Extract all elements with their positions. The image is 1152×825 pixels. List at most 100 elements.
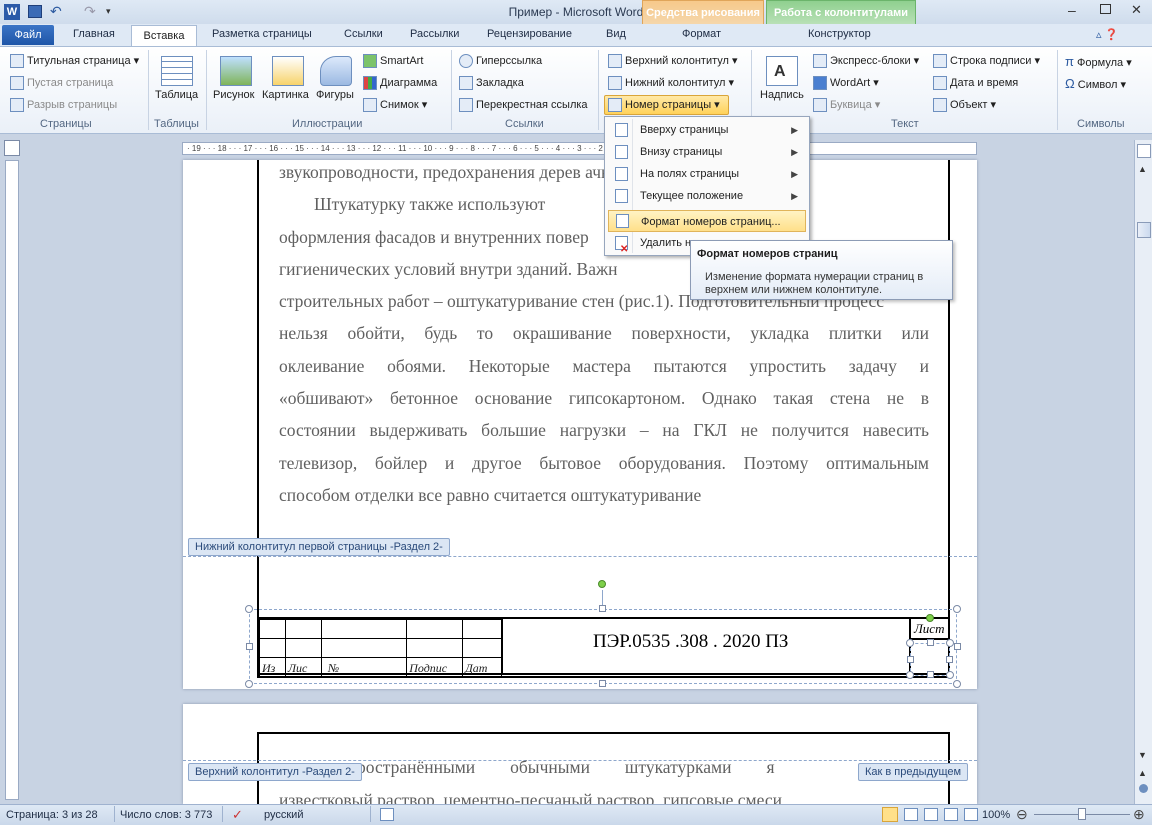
tab-format[interactable]: Формат <box>682 28 721 40</box>
text-line[interactable]: известковый раствор, цементно-песчаный р… <box>279 790 929 804</box>
tab-home[interactable]: Главная <box>73 28 115 40</box>
wordart-button[interactable]: WordArt ▾ <box>813 76 879 91</box>
textbox-icon[interactable]: A <box>766 56 798 86</box>
print-layout-icon[interactable] <box>882 807 898 822</box>
tab-selector-icon[interactable] <box>4 140 20 156</box>
screenshot-button[interactable]: Снимок ▾ <box>363 98 427 113</box>
cross-reference-button[interactable]: Перекрестная ссылка <box>459 98 588 112</box>
contextual-header-label: Работа с колонтитулами <box>773 7 909 19</box>
header-button[interactable]: Верхний колонтитул ▾ <box>608 54 738 69</box>
tab-view[interactable]: Вид <box>606 28 626 40</box>
tab-references[interactable]: Ссылки <box>344 28 383 40</box>
resize-handle[interactable] <box>954 643 961 650</box>
table-button[interactable]: Таблица <box>155 89 198 101</box>
page-number-button-content[interactable]: Номер страницы ▾ <box>608 98 720 113</box>
chart-label: Диаграмма <box>380 76 438 89</box>
menu-item-page-margins[interactable]: На полях страницы ▶ <box>608 163 806 185</box>
scroll-up-icon[interactable]: ▲ <box>1138 164 1147 174</box>
page-count-status[interactable]: Страница: 3 из 28 <box>6 809 98 821</box>
previous-page-icon[interactable]: ▲ <box>1138 768 1147 778</box>
resize-handle[interactable] <box>246 643 253 650</box>
hyperlink-button[interactable]: Гиперссылка <box>459 54 542 68</box>
tab-file[interactable]: Файл <box>2 25 54 45</box>
textbox-button[interactable]: Надпись <box>760 89 804 101</box>
signature-line-button[interactable]: Строка подписи ▾ <box>933 54 1040 69</box>
minimize-ribbon-icon[interactable]: ▵ ❓ <box>1096 28 1118 41</box>
browse-object-icon[interactable] <box>1139 784 1148 793</box>
date-time-button[interactable]: Дата и время <box>933 76 1018 90</box>
web-layout-icon[interactable] <box>924 808 938 821</box>
cover-page-button[interactable]: Титульная страница ▾ <box>10 54 139 69</box>
resize-handle[interactable] <box>946 671 954 679</box>
scroll-thumb[interactable] <box>1137 222 1151 238</box>
ruler-toggle-icon[interactable] <box>1137 144 1151 158</box>
zoom-level[interactable]: 100% <box>982 809 1010 821</box>
clipart-icon[interactable] <box>272 56 304 86</box>
rotate-handle[interactable] <box>926 614 934 622</box>
resize-handle[interactable] <box>927 671 934 678</box>
resize-handle[interactable] <box>245 680 253 688</box>
maximize-icon[interactable] <box>1100 4 1111 14</box>
equation-button[interactable]: π Формула ▾ <box>1065 54 1132 69</box>
resize-handle[interactable] <box>599 605 606 612</box>
full-screen-reading-icon[interactable] <box>904 808 918 821</box>
text-line[interactable]: и распространёнными обычными штукатуркам… <box>279 757 929 778</box>
close-icon[interactable]: ✕ <box>1131 2 1142 18</box>
resize-handle[interactable] <box>946 656 953 663</box>
shapes-button[interactable]: Фигуры <box>316 89 354 101</box>
vertical-scrollbar[interactable]: ▲ ▼ ▲ <box>1134 140 1152 804</box>
tab-insert[interactable]: Вставка <box>131 25 197 47</box>
vertical-ruler[interactable] <box>5 160 19 800</box>
draft-icon[interactable] <box>964 808 978 821</box>
zoom-slider-thumb[interactable] <box>1078 808 1086 820</box>
word-count-status[interactable]: Число слов: 3 773 <box>120 809 212 821</box>
zoom-out-icon[interactable]: ⊖ <box>1016 806 1028 823</box>
symbol-button[interactable]: Ω Символ ▾ <box>1065 76 1126 91</box>
footer-button[interactable]: Нижний колонтитул ▾ <box>608 76 734 91</box>
resize-handle[interactable] <box>906 671 914 679</box>
picture-icon[interactable] <box>220 56 252 86</box>
shapes-icon[interactable] <box>320 56 352 86</box>
smartart-button[interactable]: SmartArt <box>363 54 423 68</box>
text-line: способом отделки все равно считается ошт… <box>279 484 702 505</box>
bookmark-button[interactable]: Закладка <box>459 76 524 90</box>
minimize-icon[interactable]: – <box>1068 2 1076 18</box>
scroll-down-icon[interactable]: ▼ <box>1138 750 1147 760</box>
tab-page-layout[interactable]: Разметка страницы <box>212 28 312 40</box>
zoom-in-icon[interactable]: ⊕ <box>1133 806 1145 823</box>
resize-handle[interactable] <box>953 605 961 613</box>
picture-button[interactable]: Рисунок <box>213 89 255 101</box>
drop-cap-button[interactable]: Буквица ▾ <box>813 98 880 113</box>
clipart-button[interactable]: Картинка <box>262 89 309 101</box>
outline-icon[interactable] <box>944 808 958 821</box>
resize-handle[interactable] <box>245 605 253 613</box>
proofing-icon[interactable]: ✓ <box>232 807 243 823</box>
rotate-handle[interactable] <box>598 580 606 588</box>
quick-parts-button[interactable]: Экспресс-блоки ▾ <box>813 54 919 69</box>
menu-item-current-position[interactable]: Текущее положение ▶ <box>608 185 806 207</box>
resize-handle[interactable] <box>599 680 606 687</box>
page-break-button[interactable]: Разрыв страницы <box>10 98 117 112</box>
horizontal-ruler[interactable]: · 19 · · · 18 · · · 17 · · · 16 · · · 15… <box>182 142 977 155</box>
chart-button[interactable]: Диаграмма <box>363 76 437 90</box>
resize-handle[interactable] <box>946 639 954 647</box>
menu-item-label: Текущее положение <box>640 190 744 202</box>
tooltip: Формат номеров страниц Изменение формата… <box>690 240 953 300</box>
tab-design[interactable]: Конструктор <box>808 28 871 40</box>
tab-mailings[interactable]: Рассылки <box>410 28 459 40</box>
page-number-label: Номер страницы <box>625 99 712 111</box>
menu-item-bottom-of-page[interactable]: Внизу страницы ▶ <box>608 141 806 163</box>
macro-record-icon[interactable] <box>380 808 394 821</box>
table-icon[interactable] <box>161 56 193 86</box>
language-status[interactable]: русский <box>264 809 303 821</box>
resize-handle[interactable] <box>953 680 961 688</box>
menu-item-format-page-numbers[interactable]: Формат номеров страниц... <box>608 210 806 232</box>
tab-review[interactable]: Рецензирование <box>487 28 572 40</box>
resize-handle[interactable] <box>907 656 914 663</box>
resize-handle[interactable] <box>927 639 934 646</box>
blank-page-button[interactable]: Пустая страница <box>10 76 113 90</box>
object-button[interactable]: Объект ▾ <box>933 98 996 113</box>
menu-item-top-of-page[interactable]: Вверху страницы ▶ <box>608 119 806 141</box>
resize-handle[interactable] <box>906 639 914 647</box>
text-line: оклеивание обоями. Некоторые мастера пыт… <box>279 355 929 376</box>
